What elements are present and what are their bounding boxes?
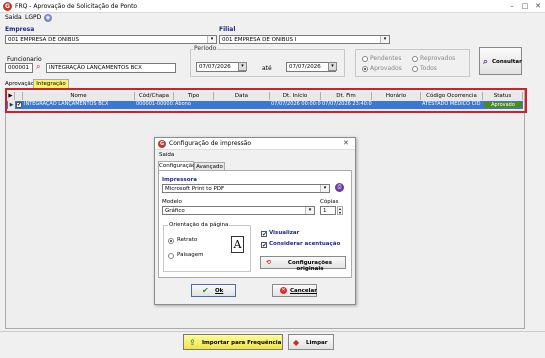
check-icon: ✔	[202, 286, 209, 295]
calendar-icon[interactable]: ▾	[238, 62, 247, 71]
tab-configuracao[interactable]: Configuração	[158, 161, 196, 170]
acentuacao-label: Considerar acentuação	[269, 241, 341, 247]
limpar-label: Limpar	[306, 340, 328, 346]
acentuacao-checkbox[interactable]: ✔	[261, 242, 267, 249]
modelo-value: Gráfico	[165, 208, 185, 214]
funcionario-name-field[interactable]: INTEGRAÇÃO LANÇAMENTOS BCX	[46, 63, 176, 73]
search-icon[interactable]: ⌕	[36, 62, 40, 72]
importar-label: Importar para Frequência	[202, 340, 282, 346]
app-logo-icon: G	[3, 2, 12, 11]
visualizar-checkbox[interactable]: ✔	[261, 231, 267, 238]
filial-select[interactable]: 001 EMPRESA DE ONIBUS I ▾	[219, 35, 390, 44]
config-originais-label: Configurações originais	[287, 260, 333, 272]
menu-lgpd[interactable]: LGPD	[25, 14, 41, 22]
radio-paisagem[interactable]	[168, 253, 174, 259]
chevron-down-icon: ▾	[320, 185, 329, 192]
app-logo-icon: G	[158, 140, 166, 148]
dialog-title: Configuração de impressão	[169, 140, 252, 147]
modelo-select[interactable]: Gráfico ▾	[162, 206, 315, 215]
empresa-label: Empresa	[5, 26, 35, 33]
impressora-select[interactable]: Microsoft Print to PDF ▾	[162, 184, 330, 193]
consultar-label: Consultar	[492, 59, 522, 65]
calendar-icon[interactable]: ▾	[328, 62, 337, 71]
ate-label: até	[262, 65, 272, 72]
limpar-button[interactable]: ◆ Limpar	[288, 334, 334, 350]
reset-icon: ⟲	[266, 259, 272, 266]
tab-avancado[interactable]: Avançado	[194, 162, 225, 170]
radio-aprovados-label: Aprovados	[370, 65, 402, 72]
radio-retrato-label: Retrato	[177, 237, 198, 243]
empresa-select[interactable]: 001 EMPRESA DE ONIBUS ▾	[5, 35, 217, 44]
close-icon[interactable]: ✕	[532, 1, 544, 11]
cancel-icon: ✕	[280, 287, 287, 294]
radio-todos[interactable]	[412, 66, 418, 72]
menu-saida[interactable]: Saida	[5, 14, 22, 22]
date-to-value: 07/07/2026	[289, 64, 321, 70]
window-title: FRQ - Aprovação de Solicitação de Ponto	[15, 3, 138, 10]
import-icon: ⇪	[189, 338, 196, 347]
print-config-dialog: G Configuração de impressão ✕ Saida Conf…	[154, 137, 356, 305]
impressora-value: Microsoft Print to PDF	[165, 186, 225, 192]
visualizar-label: Visualizar	[269, 230, 300, 236]
highlight-box	[5, 88, 527, 113]
periodo-label: Período	[193, 45, 218, 52]
radio-reprovados-label: Reprovados	[420, 55, 456, 62]
copias-field[interactable]: 1	[320, 206, 336, 215]
page-orientation-icon: A	[231, 236, 244, 253]
radio-retrato[interactable]	[168, 238, 174, 244]
radio-todos-label: Todos	[420, 65, 437, 72]
menu-bar	[0, 13, 545, 23]
config-originais-button[interactable]: ⟲ Configurações originais	[260, 256, 346, 272]
printer-icon[interactable]: ⎙	[335, 183, 344, 192]
dialog-close-icon[interactable]: ✕	[343, 139, 349, 147]
chevron-down-icon: ▾	[207, 36, 216, 43]
lgpd-icon[interactable]: ◉	[44, 14, 52, 22]
eraser-icon: ◆	[293, 338, 300, 347]
consultar-button[interactable]: ⌕ Consultar	[479, 47, 522, 75]
funcionario-code-field[interactable]: 000001	[5, 63, 33, 73]
status-group	[355, 49, 470, 77]
cancelar-button[interactable]: ✕ Cancelar	[272, 284, 317, 297]
copias-label: Cópias	[320, 199, 339, 205]
radio-pendentes[interactable]	[362, 56, 368, 62]
filial-label: Filial	[219, 26, 236, 33]
ok-label: Ok	[215, 288, 224, 294]
dialog-menu-saida[interactable]: Saida	[159, 152, 174, 158]
radio-pendentes-label: Pendentes	[370, 55, 402, 62]
chevron-down-icon: ▾	[380, 36, 389, 43]
orientacao-label: Orientação da página	[168, 222, 230, 228]
impressora-label: Impressora	[162, 177, 197, 183]
minimize-icon[interactable]: –	[506, 1, 518, 11]
radio-aprovados[interactable]	[362, 66, 368, 72]
ok-button[interactable]: ✔ Ok	[191, 284, 236, 297]
cancelar-label: Cancelar	[290, 288, 317, 294]
filial-value: 001 EMPRESA DE ONIBUS I	[222, 37, 297, 43]
empresa-value: 001 EMPRESA DE ONIBUS	[8, 37, 79, 43]
modelo-label: Modelo	[162, 199, 182, 205]
importar-button[interactable]: ⇪ Importar para Frequência	[183, 334, 283, 350]
radio-reprovados[interactable]	[412, 56, 418, 62]
date-from-value: 07/07/2026	[199, 64, 231, 70]
aprovacao-tab-label: Aprovação	[5, 81, 35, 87]
copias-spinner-icon[interactable]: ▴ ▾	[337, 206, 343, 215]
search-icon: ⌕	[483, 57, 489, 67]
maximize-icon[interactable]: □	[519, 1, 531, 11]
radio-paisagem-label: Paisagem	[177, 252, 204, 258]
chevron-down-icon: ▾	[305, 207, 314, 214]
